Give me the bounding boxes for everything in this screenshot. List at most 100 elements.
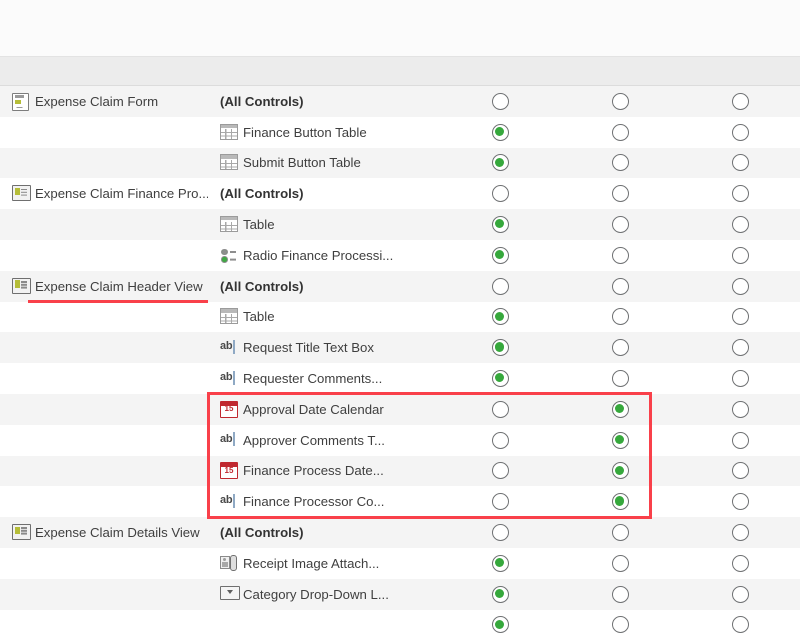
table-row[interactable]: Receipt Image Attach... xyxy=(0,548,800,579)
radio-read-only-unselected[interactable] xyxy=(612,524,629,541)
table-row[interactable]: Finance Button Table xyxy=(0,117,800,148)
radio-unchanged-selected[interactable] xyxy=(492,247,509,264)
radio-cell-editable[interactable] xyxy=(680,586,800,603)
radio-cell-read-only[interactable] xyxy=(560,555,680,572)
radio-editable-unselected[interactable] xyxy=(732,216,749,233)
radio-cell-editable[interactable] xyxy=(680,93,800,110)
radio-unchanged-selected[interactable] xyxy=(492,216,509,233)
radio-cell-unchanged[interactable] xyxy=(440,401,560,418)
radio-editable-unselected[interactable] xyxy=(732,370,749,387)
radio-cell-read-only[interactable] xyxy=(560,308,680,325)
radio-cell-editable[interactable] xyxy=(680,462,800,479)
radio-cell-read-only[interactable] xyxy=(560,432,680,449)
radio-unchanged-selected[interactable] xyxy=(492,308,509,325)
radio-unchanged-selected[interactable] xyxy=(492,586,509,603)
radio-editable-unselected[interactable] xyxy=(732,401,749,418)
radio-read-only-selected[interactable] xyxy=(612,401,629,418)
radio-cell-unchanged[interactable] xyxy=(440,432,560,449)
table-row[interactable]: Expense Claim Header View(All Controls) xyxy=(0,271,800,302)
radio-cell-unchanged[interactable] xyxy=(440,93,560,110)
table-row[interactable]: Submit Button Table xyxy=(0,148,800,179)
radio-unchanged-selected[interactable] xyxy=(492,616,509,633)
table-row[interactable]: abApprover Comments T... xyxy=(0,425,800,456)
radio-cell-unchanged[interactable] xyxy=(440,555,560,572)
radio-read-only-unselected[interactable] xyxy=(612,586,629,603)
radio-read-only-unselected[interactable] xyxy=(612,616,629,633)
table-row[interactable]: Expense Claim Details View(All Controls) xyxy=(0,517,800,548)
radio-editable-unselected[interactable] xyxy=(732,555,749,572)
table-row[interactable]: Table xyxy=(0,302,800,333)
radio-unchanged-unselected[interactable] xyxy=(492,462,509,479)
radio-cell-editable[interactable] xyxy=(680,278,800,295)
radio-read-only-selected[interactable] xyxy=(612,493,629,510)
radio-cell-editable[interactable] xyxy=(680,616,800,633)
radio-editable-unselected[interactable] xyxy=(732,432,749,449)
radio-cell-read-only[interactable] xyxy=(560,524,680,541)
radio-cell-read-only[interactable] xyxy=(560,616,680,633)
radio-editable-unselected[interactable] xyxy=(732,339,749,356)
radio-cell-unchanged[interactable] xyxy=(440,216,560,233)
table-row[interactable]: Expense Claim Form(All Controls) xyxy=(0,86,800,117)
radio-cell-editable[interactable] xyxy=(680,216,800,233)
radio-read-only-unselected[interactable] xyxy=(612,555,629,572)
radio-editable-unselected[interactable] xyxy=(732,308,749,325)
radio-read-only-unselected[interactable] xyxy=(612,370,629,387)
radio-cell-read-only[interactable] xyxy=(560,462,680,479)
radio-cell-read-only[interactable] xyxy=(560,93,680,110)
radio-cell-unchanged[interactable] xyxy=(440,124,560,141)
radio-cell-read-only[interactable] xyxy=(560,370,680,387)
radio-cell-unchanged[interactable] xyxy=(440,493,560,510)
radio-unchanged-unselected[interactable] xyxy=(492,401,509,418)
radio-cell-editable[interactable] xyxy=(680,124,800,141)
radio-read-only-unselected[interactable] xyxy=(612,124,629,141)
radio-cell-editable[interactable] xyxy=(680,339,800,356)
table-row[interactable]: abRequest Title Text Box xyxy=(0,332,800,363)
radio-cell-read-only[interactable] xyxy=(560,185,680,202)
radio-cell-unchanged[interactable] xyxy=(440,370,560,387)
radio-read-only-selected[interactable] xyxy=(612,432,629,449)
radio-editable-unselected[interactable] xyxy=(732,462,749,479)
table-row[interactable]: 15Finance Process Date... xyxy=(0,456,800,487)
table-row[interactable]: Radio Finance Processi... xyxy=(0,240,800,271)
radio-read-only-unselected[interactable] xyxy=(612,93,629,110)
radio-cell-editable[interactable] xyxy=(680,493,800,510)
radio-unchanged-unselected[interactable] xyxy=(492,278,509,295)
radio-unchanged-unselected[interactable] xyxy=(492,93,509,110)
table-row[interactable] xyxy=(0,610,800,640)
table-row[interactable]: abRequester Comments... xyxy=(0,363,800,394)
radio-cell-editable[interactable] xyxy=(680,185,800,202)
radio-unchanged-unselected[interactable] xyxy=(492,185,509,202)
table-row[interactable]: Expense Claim Finance Pro...(All Control… xyxy=(0,178,800,209)
radio-cell-editable[interactable] xyxy=(680,154,800,171)
radio-read-only-unselected[interactable] xyxy=(612,216,629,233)
radio-editable-unselected[interactable] xyxy=(732,124,749,141)
radio-cell-read-only[interactable] xyxy=(560,586,680,603)
radio-cell-unchanged[interactable] xyxy=(440,524,560,541)
radio-cell-unchanged[interactable] xyxy=(440,154,560,171)
table-row[interactable]: Table xyxy=(0,209,800,240)
radio-cell-unchanged[interactable] xyxy=(440,247,560,264)
radio-cell-editable[interactable] xyxy=(680,432,800,449)
radio-editable-unselected[interactable] xyxy=(732,278,749,295)
radio-cell-read-only[interactable] xyxy=(560,216,680,233)
radio-unchanged-unselected[interactable] xyxy=(492,432,509,449)
radio-cell-editable[interactable] xyxy=(680,370,800,387)
radio-editable-unselected[interactable] xyxy=(732,93,749,110)
radio-editable-unselected[interactable] xyxy=(732,247,749,264)
radio-editable-unselected[interactable] xyxy=(732,185,749,202)
radio-unchanged-selected[interactable] xyxy=(492,370,509,387)
radio-read-only-unselected[interactable] xyxy=(612,339,629,356)
radio-editable-unselected[interactable] xyxy=(732,616,749,633)
radio-read-only-unselected[interactable] xyxy=(612,247,629,264)
table-row[interactable]: abFinance Processor Co... xyxy=(0,486,800,517)
radio-cell-unchanged[interactable] xyxy=(440,462,560,479)
radio-cell-editable[interactable] xyxy=(680,308,800,325)
radio-cell-editable[interactable] xyxy=(680,524,800,541)
radio-cell-editable[interactable] xyxy=(680,555,800,572)
table-row[interactable]: Category Drop-Down L... xyxy=(0,579,800,610)
table-row[interactable]: 15Approval Date Calendar xyxy=(0,394,800,425)
radio-cell-read-only[interactable] xyxy=(560,247,680,264)
radio-cell-unchanged[interactable] xyxy=(440,339,560,356)
radio-cell-unchanged[interactable] xyxy=(440,185,560,202)
radio-cell-read-only[interactable] xyxy=(560,124,680,141)
